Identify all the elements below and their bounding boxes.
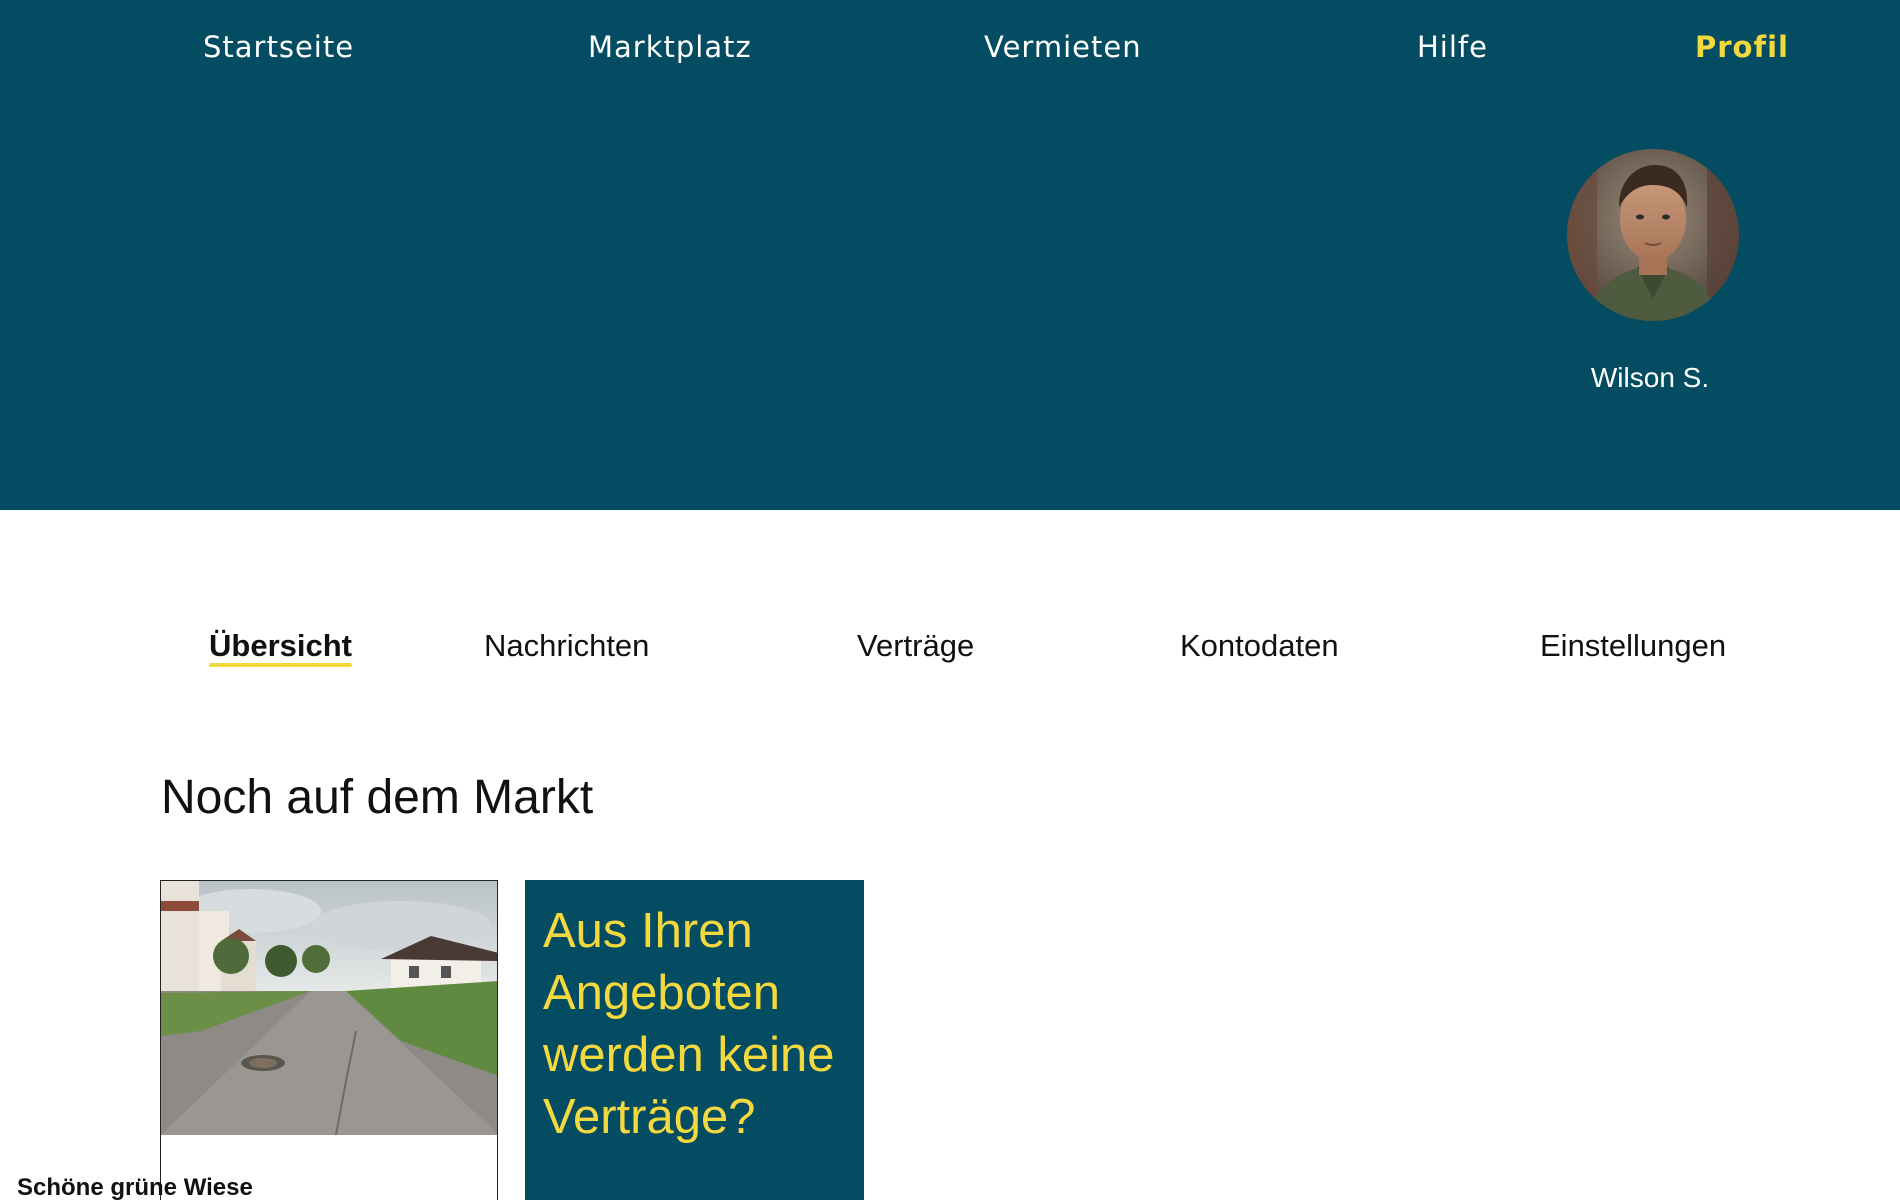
avatar-photo — [1567, 149, 1739, 321]
listing-card[interactable] — [160, 880, 498, 1200]
nav-hilfe[interactable]: Hilfe — [1417, 30, 1488, 64]
profile-name: Wilson S. — [1590, 362, 1710, 393]
tab-kontodaten[interactable]: Kontodaten — [1180, 628, 1339, 664]
listing-title[interactable]: Schöne grüne Wiese — [17, 1174, 253, 1200]
section-title: Noch auf dem Markt — [161, 771, 594, 824]
nav-startseite[interactable]: Startseite — [203, 30, 354, 64]
nav-marktplatz[interactable]: Marktplatz — [588, 30, 752, 64]
nav-vermieten[interactable]: Vermieten — [984, 30, 1142, 64]
promo-text: Aus Ihren Angeboten werden keine Verträg… — [543, 904, 835, 1144]
nav-profil[interactable]: Profil — [1695, 30, 1789, 64]
tab-uebersicht[interactable]: Übersicht — [209, 628, 352, 664]
avatar[interactable] — [1567, 149, 1739, 321]
tab-nachrichten[interactable]: Nachrichten — [484, 628, 649, 664]
listing-image — [161, 881, 497, 1135]
tab-einstellungen[interactable]: Einstellungen — [1540, 628, 1726, 664]
tab-vertraege[interactable]: Verträge — [857, 628, 974, 664]
active-tab-indicator — [209, 663, 352, 667]
